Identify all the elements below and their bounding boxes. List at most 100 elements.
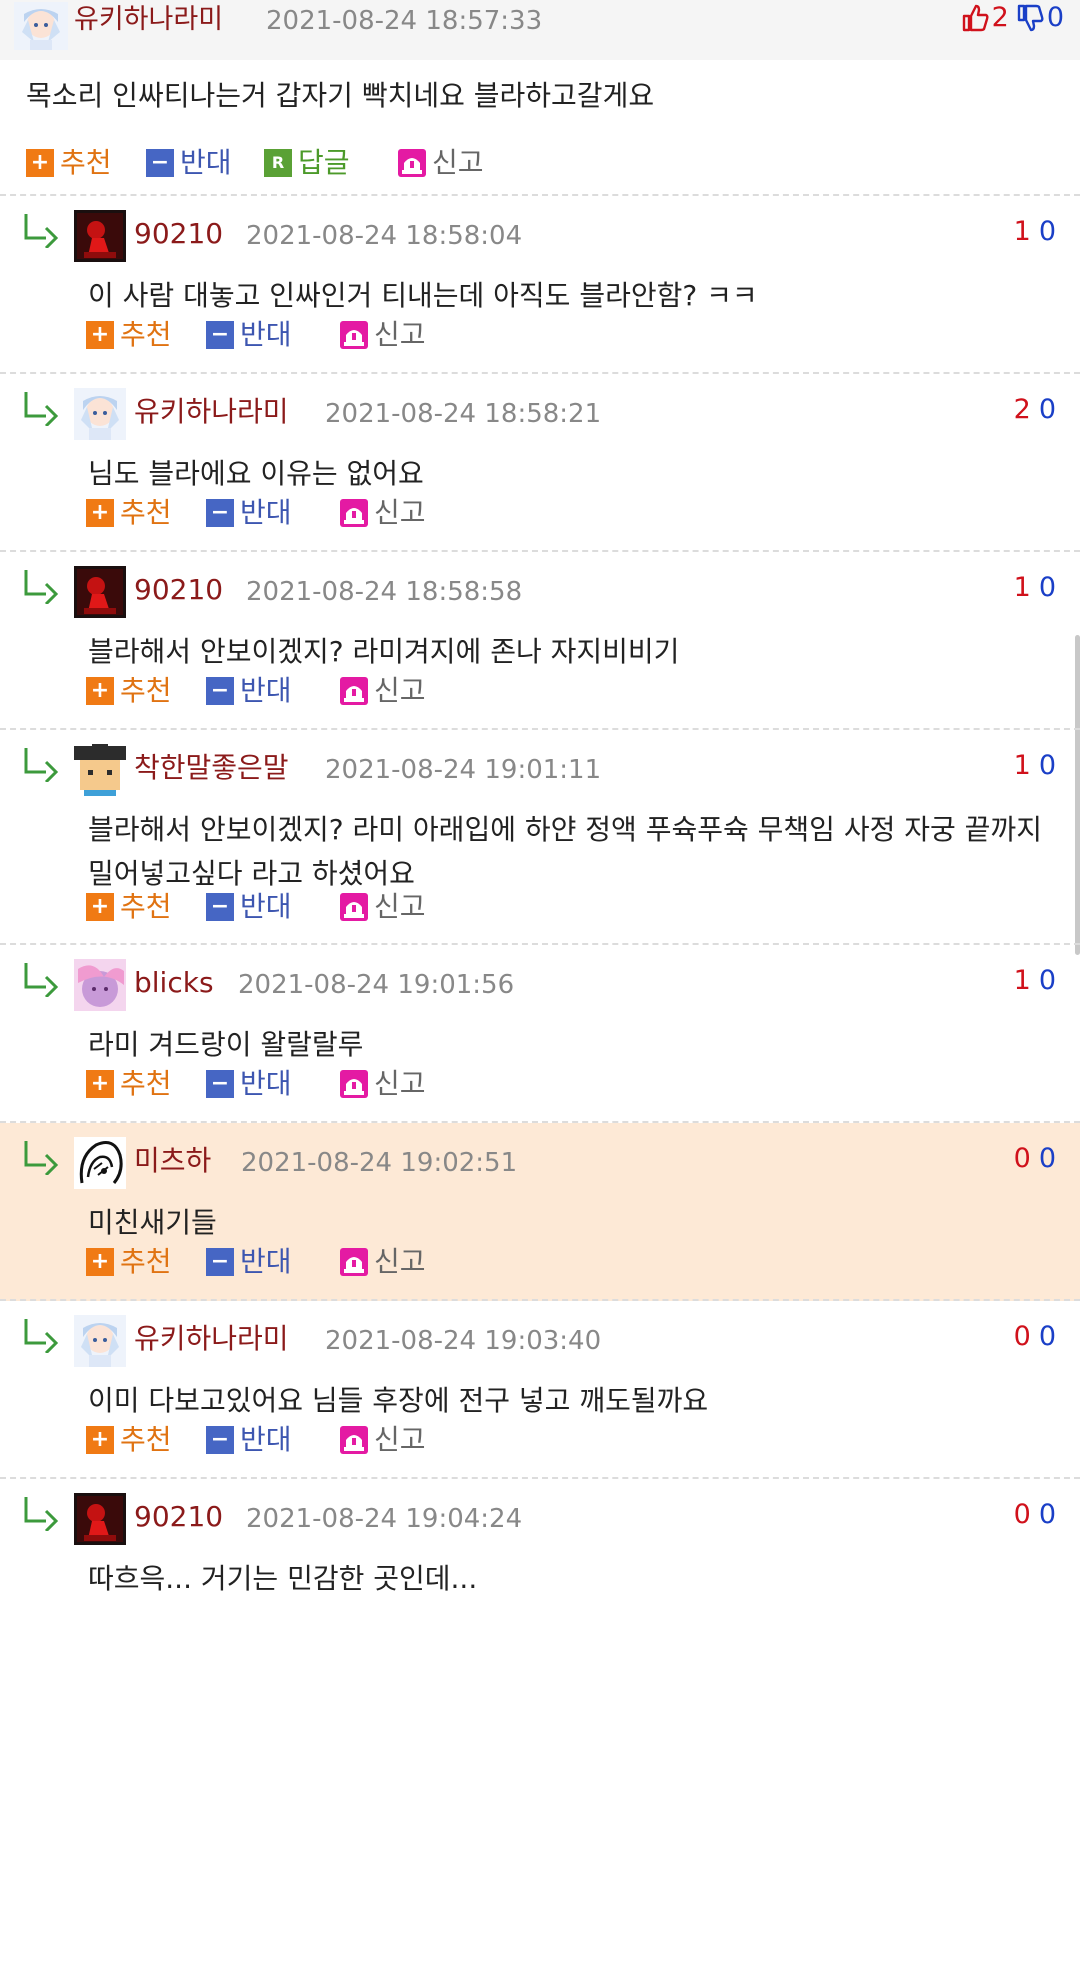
reply-timestamp: 2021-08-24 19:02:51 bbox=[241, 1148, 518, 1178]
reply-upvote-count: 0 bbox=[1013, 1499, 1031, 1530]
oppose-button[interactable]: − 반대 bbox=[206, 1245, 292, 1279]
siren-icon bbox=[340, 893, 368, 921]
report-button[interactable]: 신고 bbox=[340, 890, 426, 924]
minus-icon: − bbox=[206, 1248, 234, 1276]
report-button[interactable]: 신고 bbox=[340, 1067, 426, 1101]
report-button[interactable]: 신고 bbox=[340, 1423, 426, 1457]
oppose-button[interactable]: − 반대 bbox=[206, 890, 292, 924]
thumbs-up-icon[interactable] bbox=[960, 3, 990, 33]
reply-author[interactable]: blicks bbox=[134, 965, 214, 1001]
plus-icon: + bbox=[86, 1248, 114, 1276]
oppose-label: 반대 bbox=[240, 496, 292, 529]
reply-upvote-count: 1 bbox=[1013, 965, 1031, 996]
upvote-count: 2 bbox=[991, 2, 1009, 33]
recommend-button[interactable]: + 추천 bbox=[86, 1423, 172, 1457]
plus-icon: + bbox=[86, 499, 114, 527]
reply-downvote-count: 0 bbox=[1038, 216, 1056, 247]
recommend-button[interactable]: + 추천 bbox=[86, 1067, 172, 1101]
reply-arrow-icon bbox=[24, 214, 59, 248]
reply-votes: 00 bbox=[1014, 1321, 1056, 1353]
oppose-button[interactable]: − 반대 bbox=[206, 496, 292, 530]
reply-item: 착한말좋은말 2021-08-24 19:01:11 10 블라해서 안보이겠지… bbox=[0, 730, 1080, 945]
report-button[interactable]: 신고 bbox=[340, 318, 426, 352]
recommend-label: 추천 bbox=[120, 1245, 172, 1278]
vote-counts: 2 0 bbox=[960, 2, 1064, 34]
oppose-label: 반대 bbox=[240, 890, 292, 923]
oppose-button[interactable]: − 반대 bbox=[146, 146, 232, 180]
reply-author[interactable]: 유키하나라미 bbox=[134, 1321, 289, 1357]
recommend-button[interactable]: + 추천 bbox=[86, 1245, 172, 1279]
recommend-button[interactable]: + 추천 bbox=[86, 890, 172, 924]
reply-author[interactable]: 90210 bbox=[134, 572, 223, 608]
reply-downvote-count: 0 bbox=[1038, 1143, 1056, 1174]
reply-button[interactable]: R 답글 bbox=[264, 146, 350, 180]
reply-votes: 10 bbox=[1014, 750, 1056, 782]
siren-icon bbox=[340, 1426, 368, 1454]
author-nickname[interactable]: 유키하나라미 bbox=[74, 2, 223, 38]
reply-author[interactable]: 90210 bbox=[134, 216, 223, 252]
report-button[interactable]: 신고 bbox=[398, 146, 484, 180]
reply-item: 미츠하 2021-08-24 19:02:51 00 미친새기들 + 추천 − … bbox=[0, 1123, 1080, 1301]
reply-downvote-count: 0 bbox=[1038, 750, 1056, 781]
oppose-button[interactable]: − 반대 bbox=[206, 1067, 292, 1101]
siren-icon bbox=[398, 149, 426, 177]
reply-author[interactable]: 90210 bbox=[134, 1499, 223, 1535]
reply-author[interactable]: 유키하나라미 bbox=[134, 394, 289, 430]
recommend-label: 추천 bbox=[120, 496, 172, 529]
recommend-button[interactable]: + 추천 bbox=[86, 674, 172, 708]
plus-icon: + bbox=[86, 1426, 114, 1454]
oppose-button[interactable]: − 반대 bbox=[206, 674, 292, 708]
anime-avatar[interactable] bbox=[14, 2, 68, 50]
reply-arrow-icon bbox=[24, 1319, 59, 1353]
report-label: 신고 bbox=[374, 1245, 426, 1278]
reply-body: 라미 겨드랑이 왈랄랄루 bbox=[88, 1028, 364, 1061]
pink-avatar[interactable] bbox=[74, 959, 126, 1011]
reply-body: 따흐윽... 거기는 민감한 곳인데... bbox=[88, 1562, 478, 1595]
reply-votes: 00 bbox=[1014, 1143, 1056, 1175]
recommend-label: 추천 bbox=[120, 318, 172, 351]
report-button[interactable]: 신고 bbox=[340, 674, 426, 708]
recommend-button[interactable]: + 추천 bbox=[26, 146, 112, 180]
reply-body: 블라해서 안보이겠지? 라미겨지에 존나 자지비비기 bbox=[88, 635, 680, 668]
oppose-button[interactable]: − 반대 bbox=[206, 1423, 292, 1457]
reply-arrow-icon bbox=[24, 570, 59, 604]
comment-body: 목소리 인싸티나는거 갑자기 빡치네요 블라하고갈게요 bbox=[26, 79, 655, 112]
reply-body: 미친새기들 bbox=[88, 1206, 217, 1239]
pixel-avatar[interactable] bbox=[74, 744, 126, 796]
thumbs-down-icon[interactable] bbox=[1015, 3, 1045, 33]
reply-item: 유키하나라미 2021-08-24 18:58:21 20 님도 블라에요 이유… bbox=[0, 374, 1080, 552]
report-button[interactable]: 신고 bbox=[340, 496, 426, 530]
reply-timestamp: 2021-08-24 18:58:21 bbox=[325, 399, 602, 429]
oppose-button[interactable]: − 반대 bbox=[206, 318, 292, 352]
anime-avatar[interactable] bbox=[74, 388, 126, 440]
oppose-label: 반대 bbox=[180, 146, 232, 179]
minus-icon: − bbox=[206, 893, 234, 921]
reply-downvote-count: 0 bbox=[1038, 1499, 1056, 1530]
reply-author[interactable]: 착한말좋은말 bbox=[134, 750, 289, 786]
downvote-count: 0 bbox=[1046, 2, 1064, 33]
reply-body: 이 사람 대놓고 인싸인거 티내는데 아직도 블라안함? ㅋㅋ bbox=[88, 279, 758, 312]
reply-downvote-count: 0 bbox=[1038, 572, 1056, 603]
dark-red-avatar[interactable] bbox=[74, 210, 126, 262]
recommend-button[interactable]: + 추천 bbox=[86, 496, 172, 530]
report-button[interactable]: 신고 bbox=[340, 1245, 426, 1279]
oppose-label: 반대 bbox=[240, 674, 292, 707]
reply-upvote-count: 1 bbox=[1013, 572, 1031, 603]
reply-icon: R bbox=[264, 149, 292, 177]
dark-red-avatar[interactable] bbox=[74, 566, 126, 618]
reply-author[interactable]: 미츠하 bbox=[134, 1143, 211, 1179]
plus-icon: + bbox=[26, 149, 54, 177]
anime-avatar[interactable] bbox=[74, 1315, 126, 1367]
recommend-label: 추천 bbox=[120, 890, 172, 923]
report-label: 신고 bbox=[374, 318, 426, 351]
plus-icon: + bbox=[86, 893, 114, 921]
report-label: 신고 bbox=[432, 146, 484, 179]
siren-icon bbox=[340, 321, 368, 349]
reply-timestamp: 2021-08-24 18:58:58 bbox=[246, 577, 523, 607]
recommend-button[interactable]: + 추천 bbox=[86, 318, 172, 352]
recommend-label: 추천 bbox=[120, 1067, 172, 1100]
reply-arrow-icon bbox=[24, 748, 59, 782]
sketch-avatar[interactable] bbox=[74, 1137, 126, 1189]
reply-item: 90210 2021-08-24 18:58:04 10 이 사람 대놓고 인싸… bbox=[0, 196, 1080, 374]
dark-red-avatar[interactable] bbox=[74, 1493, 126, 1545]
